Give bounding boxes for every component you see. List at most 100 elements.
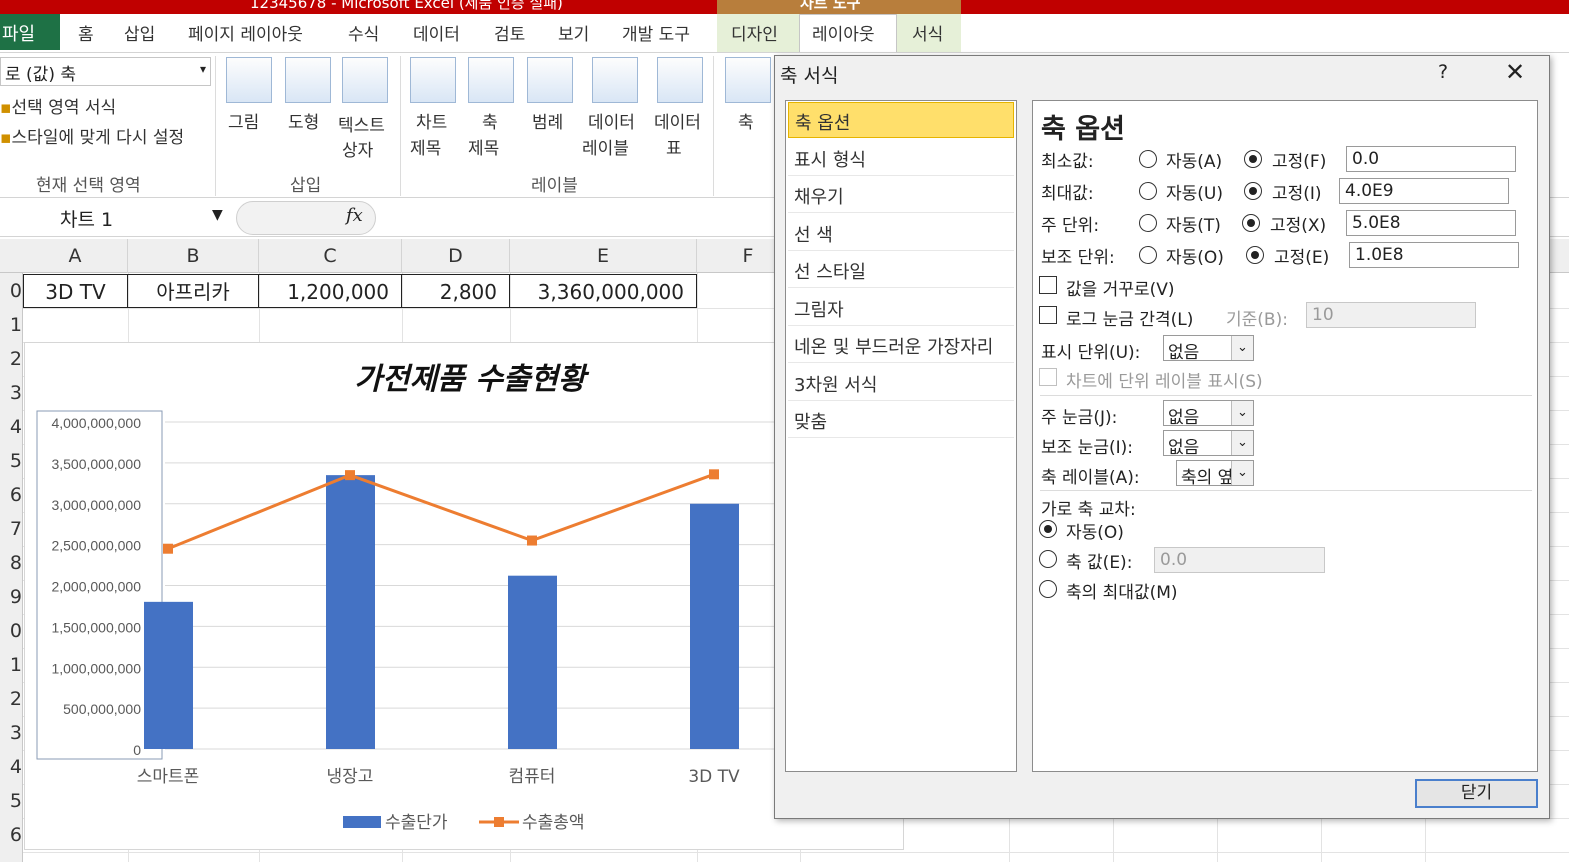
fixed-radio[interactable]: [1244, 182, 1262, 200]
row-header[interactable]: 4: [0, 756, 22, 778]
tab-page-layout[interactable]: 페이지 레이아웃: [188, 20, 303, 45]
row-header[interactable]: 3: [0, 722, 22, 744]
cell-c10[interactable]: 1,200,000: [259, 274, 402, 308]
nav-item[interactable]: 그림자: [788, 290, 1014, 326]
textbox-icon[interactable]: [342, 57, 388, 103]
cell-a10[interactable]: 3D TV: [23, 274, 128, 308]
column-header-a[interactable]: A: [23, 239, 128, 273]
nav-item[interactable]: 축 옵션: [788, 102, 1014, 138]
cross-value-input[interactable]: 0.0: [1154, 547, 1325, 573]
bound-value-input[interactable]: 1.0E8: [1349, 242, 1519, 268]
row-header[interactable]: 3: [0, 382, 22, 404]
row-header[interactable]: 8: [0, 552, 22, 574]
fixed-radio[interactable]: [1244, 150, 1262, 168]
column-header-e[interactable]: E: [510, 239, 697, 273]
row-header[interactable]: 1: [0, 314, 22, 336]
line-marker: [527, 535, 537, 546]
auto-radio[interactable]: [1139, 150, 1157, 168]
close-icon[interactable]: ✕: [1500, 58, 1530, 86]
insert-function-icon[interactable]: fx: [346, 205, 363, 226]
row-header[interactable]: 0: [0, 280, 22, 302]
log-scale-checkbox[interactable]: [1039, 306, 1057, 324]
cell-d10[interactable]: 2,800: [402, 274, 510, 308]
log-base-input[interactable]: 10: [1306, 302, 1476, 328]
column-header-b[interactable]: B: [128, 239, 259, 273]
row-header[interactable]: 2: [0, 348, 22, 370]
cross-value-radio[interactable]: [1039, 550, 1057, 568]
name-box[interactable]: 차트 1 ▼: [0, 203, 232, 233]
minor-tick-select[interactable]: 없음 ⌄: [1163, 430, 1254, 456]
tab-view[interactable]: 보기: [558, 20, 589, 45]
row-gridline: [23, 852, 1569, 853]
reverse-checkbox[interactable]: [1039, 276, 1057, 294]
reset-style-button[interactable]: ▪스타일에 맞게 다시 설정: [0, 123, 184, 148]
nav-item[interactable]: 맞춤: [788, 402, 1014, 438]
display-units-select[interactable]: 없음 ⌄: [1163, 335, 1254, 361]
row-header[interactable]: 5: [0, 790, 22, 812]
bound-value-input[interactable]: 5.0E8: [1346, 210, 1516, 236]
tab-developer[interactable]: 개발 도구: [622, 20, 690, 45]
data-labels-icon[interactable]: [592, 57, 638, 103]
cross-max-radio[interactable]: [1039, 580, 1057, 598]
legend-icon[interactable]: [527, 57, 573, 103]
picture-icon[interactable]: [226, 57, 272, 103]
nav-item[interactable]: 3차원 서식: [788, 365, 1014, 401]
row-header[interactable]: 9: [0, 586, 22, 608]
tab-file[interactable]: 파일: [0, 14, 60, 50]
format-selection-button[interactable]: ▪선택 영역 서식: [0, 93, 116, 118]
row-header[interactable]: 7: [0, 518, 22, 540]
bound-value-input[interactable]: 0.0: [1346, 146, 1516, 172]
close-button[interactable]: 닫기: [1415, 779, 1538, 808]
auto-radio[interactable]: [1139, 246, 1157, 264]
tab-format[interactable]: 서식: [912, 20, 943, 45]
row-header[interactable]: 0: [0, 620, 22, 642]
chart-area[interactable]: 가전제품 수출현황 0 500,000,000 1,000,000,000 1,500…: [24, 342, 904, 850]
tab-data[interactable]: 데이터: [413, 20, 460, 45]
nav-item[interactable]: 채우기: [788, 177, 1014, 213]
tab-layout[interactable]: 레이아웃: [812, 20, 875, 45]
cell-b10[interactable]: 아프리카: [128, 274, 259, 308]
row-header[interactable]: 2: [0, 688, 22, 710]
tab-formulas[interactable]: 수식: [348, 20, 379, 45]
tab-review[interactable]: 검토: [494, 20, 525, 45]
row-header[interactable]: 5: [0, 450, 22, 472]
y-tick-label: 4,000,000,000: [51, 415, 141, 431]
cell-e10[interactable]: 3,360,000,000: [510, 274, 697, 308]
legend[interactable]: 수출단가 수출총액: [343, 813, 585, 833]
chart-title-icon[interactable]: [410, 57, 456, 103]
auto-radio[interactable]: [1139, 214, 1157, 232]
legend-swatch-marker: [494, 817, 504, 827]
row-header[interactable]: 6: [0, 484, 22, 506]
column-header-d[interactable]: D: [402, 239, 510, 273]
nav-item[interactable]: 표시 형식: [788, 140, 1014, 176]
chart-element-select[interactable]: 로 (값) 축 ▾: [0, 57, 211, 86]
minor-tick-label: 보조 눈금(I):: [1041, 438, 1133, 458]
axis-labels-select[interactable]: 축의 옆 ⌄: [1176, 460, 1254, 486]
row-header[interactable]: 4: [0, 416, 22, 438]
column-header-c[interactable]: C: [259, 239, 402, 273]
tab-insert[interactable]: 삽입: [124, 20, 155, 45]
nav-item[interactable]: 네온 및 부드러운 가장자리: [788, 327, 1014, 363]
row-header[interactable]: 6: [0, 824, 22, 846]
show-units-checkbox[interactable]: [1039, 368, 1057, 386]
tab-design[interactable]: 디자인: [731, 20, 778, 45]
major-tick-select[interactable]: 없음 ⌄: [1163, 400, 1254, 426]
fixed-label: 고정(E): [1274, 248, 1330, 268]
nav-item[interactable]: 선 색: [788, 215, 1014, 251]
nav-item[interactable]: 선 스타일: [788, 252, 1014, 288]
auto-label: 자동(T): [1166, 216, 1221, 236]
row-header[interactable]: 1: [0, 654, 22, 676]
axis-title-icon[interactable]: [468, 57, 514, 103]
bound-value-input[interactable]: 4.0E9: [1339, 178, 1509, 204]
axes-icon[interactable]: [725, 57, 771, 103]
auto-radio[interactable]: [1139, 182, 1157, 200]
cross-auto-radio[interactable]: [1039, 520, 1057, 538]
shapes-icon[interactable]: [285, 57, 331, 103]
chart-title[interactable]: 가전제품 수출현황: [354, 362, 590, 397]
help-icon[interactable]: ?: [1438, 61, 1448, 83]
data-table-icon[interactable]: [657, 57, 703, 103]
fixed-radio[interactable]: [1246, 246, 1264, 264]
textbox-label-1: 텍스트: [338, 116, 385, 136]
tab-home[interactable]: 홈: [78, 20, 94, 45]
fixed-radio[interactable]: [1242, 214, 1260, 232]
